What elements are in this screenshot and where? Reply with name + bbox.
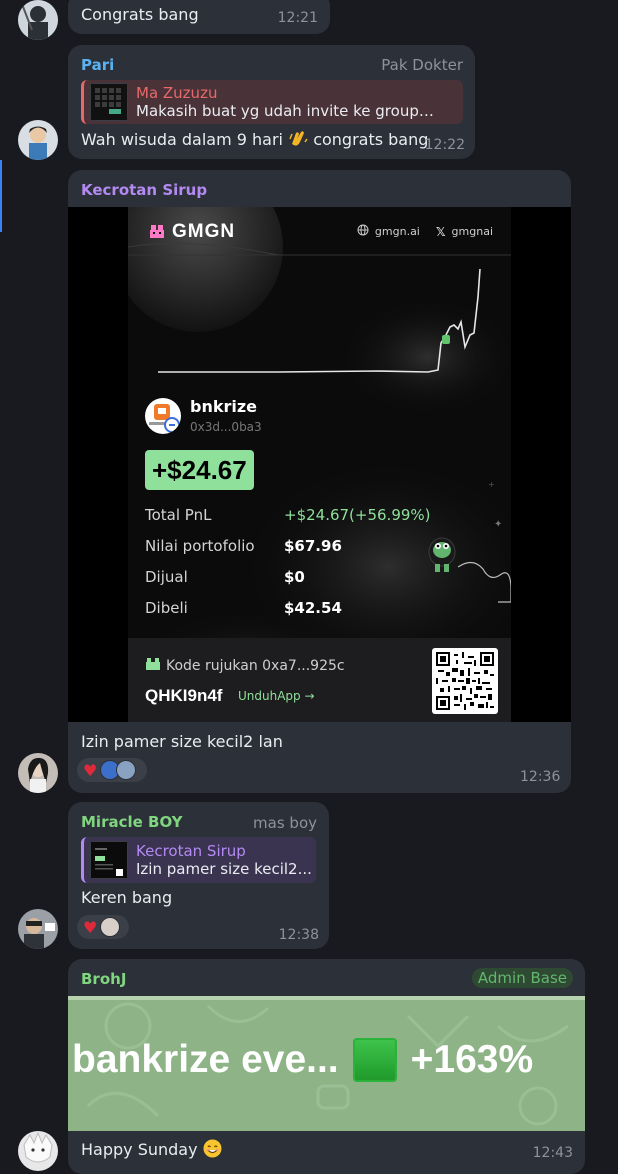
pnl-card: ✦ + GMGN gmgn.ai 𝕏 gmgnai bnkrize 0x3d..… [128,207,511,722]
avatar[interactable] [18,0,58,40]
sender-name[interactable]: Miracle BOY [81,813,183,831]
reply-quote[interactable]: Kecrotan Sirup Izin pamer size kecil2... [81,837,316,883]
message-time: 12:38 [278,927,319,943]
reply-sender: Ma Zuzuzu [136,84,218,102]
message-bubble[interactable]: Miracle BOY mas boy Kecrotan Sirup Izin … [68,802,329,949]
banner-text: bankrize eve... [72,1038,339,1081]
sender-name[interactable]: BrohJ [81,970,126,988]
banner-text-row: bankrize eve... +163% [72,1038,533,1082]
x-handle: gmgnai [451,225,493,238]
message-bubble[interactable]: BrohJ Admin Base bankrize eve... +163% H… [68,959,585,1174]
reaction-chip[interactable]: ♥ [77,915,129,939]
message-text: Congrats bang [81,5,199,24]
pnl-card-image[interactable]: ✦ + GMGN gmgn.ai 𝕏 gmgnai bnkrize 0x3d..… [68,207,571,722]
avatar[interactable] [18,909,58,949]
card-links: gmgn.ai 𝕏 gmgnai [357,224,493,239]
admin-tag: Admin Base [471,968,573,988]
sender-name[interactable]: Kecrotan Sirup [81,181,207,199]
message-text-part: Happy Sunday [81,1140,198,1159]
user-avatar [145,398,181,434]
green-square-emoji [352,1038,397,1082]
reply-thumbnail [90,83,128,121]
smile-emoji [203,1139,222,1159]
reply-text: Izin pamer size kecil2... [136,860,312,878]
avatar[interactable] [18,753,58,793]
message-text: Keren bang [81,888,173,907]
forward-label: mas boy [253,814,317,832]
reply-quote[interactable]: Ma Zuzuzu Makasih buat yg udah invite ke… [81,80,463,124]
stat-row: Dibeli [145,599,188,617]
message-text-part: congrats bang [313,130,429,149]
reply-sender: Kecrotan Sirup [136,842,246,860]
reactor-avatar [116,760,137,780]
heart-icon: ♥ [83,917,98,937]
message-time: 12:22 [424,137,465,153]
scroll-indicator [0,160,2,232]
site-link: gmgn.ai [374,225,420,238]
message-text: Wah wisuda dalam 9 hari congrats bang [81,130,428,149]
stat-value: +$24.67(+56.99%) [284,506,431,524]
brand-name: GMGN [172,221,236,242]
reactor-avatar [100,917,121,937]
clap-emoji [288,130,308,149]
user-name: bnkrize [190,397,258,416]
stat-row: Total PnL [145,506,212,524]
app-link: UnduhApp → [238,689,315,703]
heart-icon: ♥ [83,760,98,780]
referral-label: Kode rujukan 0xa7...925c [166,658,345,674]
globe-icon [357,224,369,239]
reply-text: Makasih buat yg udah invite ke group ... [136,102,436,120]
message-caption: Izin pamer size kecil2 lan [81,732,283,751]
qr-code [432,648,498,714]
banner-image[interactable]: bankrize eve... +163% [68,996,585,1131]
user-address: 0x3d...0ba3 [190,420,262,434]
message-bubble[interactable]: Congrats bang 12:21 [68,0,330,34]
svg-text:+: + [488,480,495,489]
stat-value: $67.96 [284,537,342,555]
reaction-chip[interactable]: ♥ [77,758,147,782]
sender-name[interactable]: Pari [81,56,114,74]
frog-icon [425,534,459,578]
gmgn-logo: GMGN [148,221,235,243]
stat-value: $0 [284,568,305,586]
frog-logo-icon [150,225,164,238]
avatar[interactable] [18,1131,58,1171]
forward-label: Pak Dokter [381,56,463,74]
message-time: 12:36 [520,769,561,785]
reply-thumbnail [90,841,128,879]
referral-code: QHKI9n4f [145,686,223,705]
message-time: 12:43 [532,1145,573,1161]
x-logo-icon: 𝕏 [435,224,446,239]
message-text-part: Wah wisuda dalam 9 hari [81,130,283,149]
frog-small-icon [145,657,161,675]
stat-row: Nilai portofolio [145,537,255,555]
banner-percent: +163% [410,1038,534,1081]
message-bubble[interactable]: Pari Pak Dokter Ma Zuzuzu Makasih buat y… [68,45,475,159]
pnl-badge: +$24.67 [145,450,254,490]
referral-footer: Kode rujukan 0xa7...925c QHKI9n4f UnduhA… [128,638,511,722]
message-time: 12:21 [277,10,318,26]
message-text: Happy Sunday [81,1139,222,1159]
avatar[interactable] [18,120,58,160]
svg-text:✦: ✦ [494,519,502,530]
stat-row: Dijual [145,568,188,586]
referral-label-row: Kode rujukan 0xa7...925c [145,657,345,675]
stat-value: $42.54 [284,599,342,617]
